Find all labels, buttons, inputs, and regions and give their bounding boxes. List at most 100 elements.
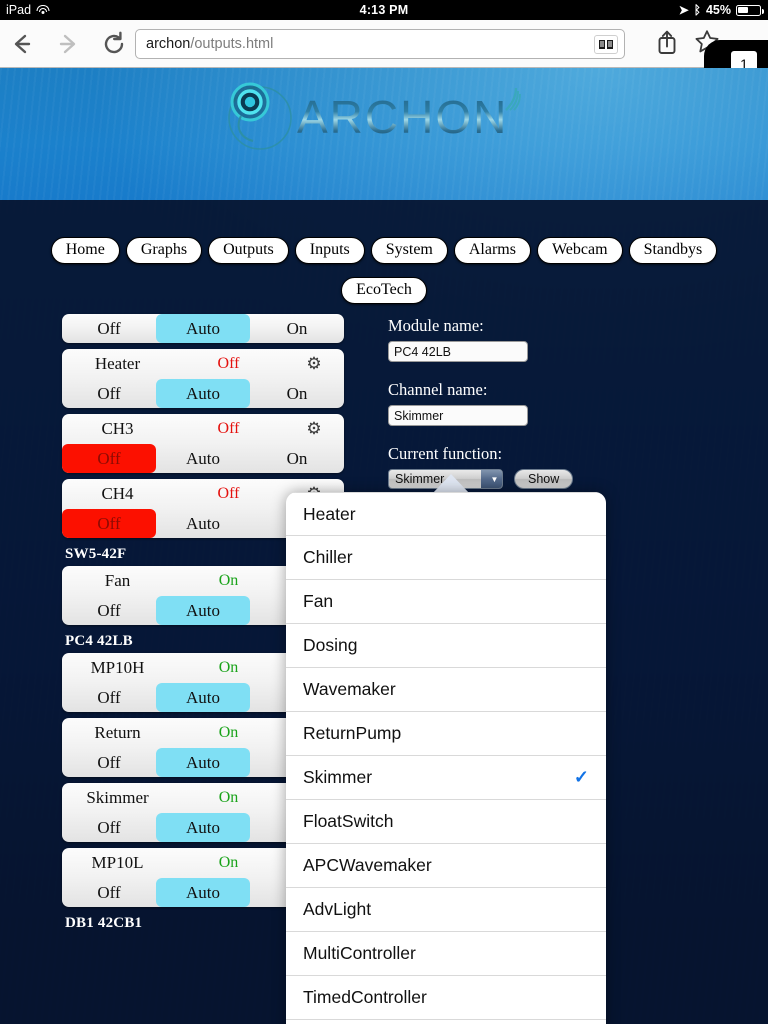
nav-item-system[interactable]: System [370,237,448,264]
popover-caret [432,474,470,494]
output-card: CH3 Off ⚙ Off Auto On [62,414,344,473]
popover-item-label: APCWavemaker [303,855,432,875]
address-bar[interactable]: archon/outputs.html [135,29,625,59]
popover-item-dosing[interactable]: Dosing [286,624,606,668]
output-status: On [218,659,239,676]
nav-item-alarms[interactable]: Alarms [453,237,531,264]
popover-item-label: TimedController [303,987,427,1007]
popover-item-timedcontroller[interactable]: TimedController [286,976,606,1020]
mode-button-off[interactable]: Off [62,444,156,473]
output-name: Skimmer [86,788,149,807]
output-card-header: Heater Off ⚙ [62,349,344,379]
popover-item-label: FloatSwitch [303,811,394,831]
mode-button-auto[interactable]: Auto [156,596,250,625]
url-path: /outputs.html [190,36,274,52]
clock: 4:13 PM [359,3,409,17]
output-name: Heater [94,354,141,373]
popover-item-skimmer[interactable]: Skimmer ✓ [286,756,606,800]
popover-item-label: Skimmer [303,767,373,787]
mode-button-auto[interactable]: Auto [156,878,250,907]
mode-button-off[interactable]: Off [62,596,156,625]
module-name-label: Module name: [388,316,484,335]
battery-icon [736,4,764,16]
bluetooth-icon: ᛒ [693,3,701,17]
output-mode-segments: OffAutoOn [62,379,344,408]
reload-icon[interactable] [100,30,128,58]
nav-item-ecotech[interactable]: EcoTech [341,277,427,304]
nav-item-graphs[interactable]: Graphs [125,237,203,264]
output-status: On [218,854,239,871]
screen: iPad 4:13 PM ➤ ᛒ 45% archon/outputs.html [0,0,768,1024]
nav-item-webcam[interactable]: Webcam [536,237,623,264]
show-button[interactable]: Show [514,469,574,489]
popover-item-chiller[interactable]: Chiller [286,536,606,580]
share-icon[interactable] [656,29,678,60]
output-status: On [218,789,239,806]
mode-button-off[interactable]: Off [62,683,156,712]
popover-item-returnpump[interactable]: ReturnPump [286,712,606,756]
mode-button-auto[interactable]: Auto [156,379,250,408]
popover-item-apcwavemaker[interactable]: APCWavemaker [286,844,606,888]
mode-button-off[interactable]: Off [62,813,156,842]
module-name-input[interactable]: PC4 42LB [388,341,528,362]
popover-item-label: Wavemaker [303,679,396,699]
mode-button-auto[interactable]: Auto [156,748,250,777]
mode-button-auto[interactable]: Auto [156,683,250,712]
main-nav: Home Graphs Outputs Inputs System Alarms Webca… [0,237,768,264]
web-page: ARCHON Home Graphs Outputs Inputs System Alar… [0,68,768,1024]
mode-button-on[interactable]: On [250,444,344,473]
status-right: ➤ ᛒ 45% [679,3,764,17]
popover-item-label: AdvLight [303,899,372,919]
popover-item-label: Dosing [303,635,358,655]
mode-button-off[interactable]: Off [62,379,156,408]
popover-item-heater[interactable]: Heater [286,492,606,536]
popover-item-wavemaker[interactable]: Wavemaker [286,668,606,712]
output-status: On [218,572,239,589]
forward-arrow-icon[interactable] [54,30,82,58]
nav-item-standbys[interactable]: Standbys [628,237,718,264]
nav-item-home[interactable]: Home [50,237,120,264]
chevron-down-icon[interactable]: ▼ [481,470,502,488]
popover-item-label: Fan [303,591,334,611]
nav-item-inputs[interactable]: Inputs [294,237,365,264]
output-status: Off [217,485,240,502]
popover-item-multicontroller[interactable]: MultiController [286,932,606,976]
output-name: MP10H [90,658,145,677]
mode-button-off[interactable]: Off [62,314,156,343]
output-status: Off [217,355,240,372]
site-logo: ARCHON [0,75,768,165]
popover-item-advlight[interactable]: AdvLight [286,888,606,932]
mode-button-auto[interactable]: Auto [156,444,250,473]
channel-name-input[interactable]: Skimmer [388,405,528,426]
output-card: Heater Off ⚙ Off Auto On [62,349,344,408]
mode-button-off[interactable]: Off [62,748,156,777]
popover-item-mlc[interactable]: MLC [286,1020,606,1024]
mode-button-auto[interactable]: Auto [156,509,250,538]
output-card: Off Auto On [62,314,344,343]
nav-item-outputs[interactable]: Outputs [208,237,289,264]
checkmark-icon: ✓ [573,767,589,787]
back-arrow-icon[interactable] [8,30,36,58]
reader-view-icon[interactable] [594,34,618,54]
popover-item-floatswitch[interactable]: FloatSwitch [286,800,606,844]
gear-icon[interactable]: ⚙ [284,419,344,439]
popover-item-label: MultiController [303,943,416,963]
mode-button-on[interactable]: On [250,379,344,408]
mode-button-auto[interactable]: Auto [156,314,250,343]
channel-form: Module name: PC4 42LB Channel name: Skim… [388,316,688,489]
gear-icon[interactable]: ⚙ [284,354,344,374]
popover-item-label: Heater [303,503,356,524]
output-name: Return [94,723,141,742]
output-name: Fan [104,571,131,590]
signal-arcs-icon [502,86,528,121]
output-card-header: CH3 Off ⚙ [62,414,344,444]
mode-button-off[interactable]: Off [62,878,156,907]
popover-item-label: ReturnPump [303,723,402,743]
mode-button-off[interactable]: Off [62,509,156,538]
mode-button-auto[interactable]: Auto [156,813,250,842]
output-status: On [218,724,239,741]
mode-button-on[interactable]: On [250,314,344,343]
popover-item-fan[interactable]: Fan [286,580,606,624]
url-host: archon [146,36,191,52]
function-picker-popover: Heater Chiller Fan Dosing Wavemaker ReturnPum… [286,492,606,1024]
